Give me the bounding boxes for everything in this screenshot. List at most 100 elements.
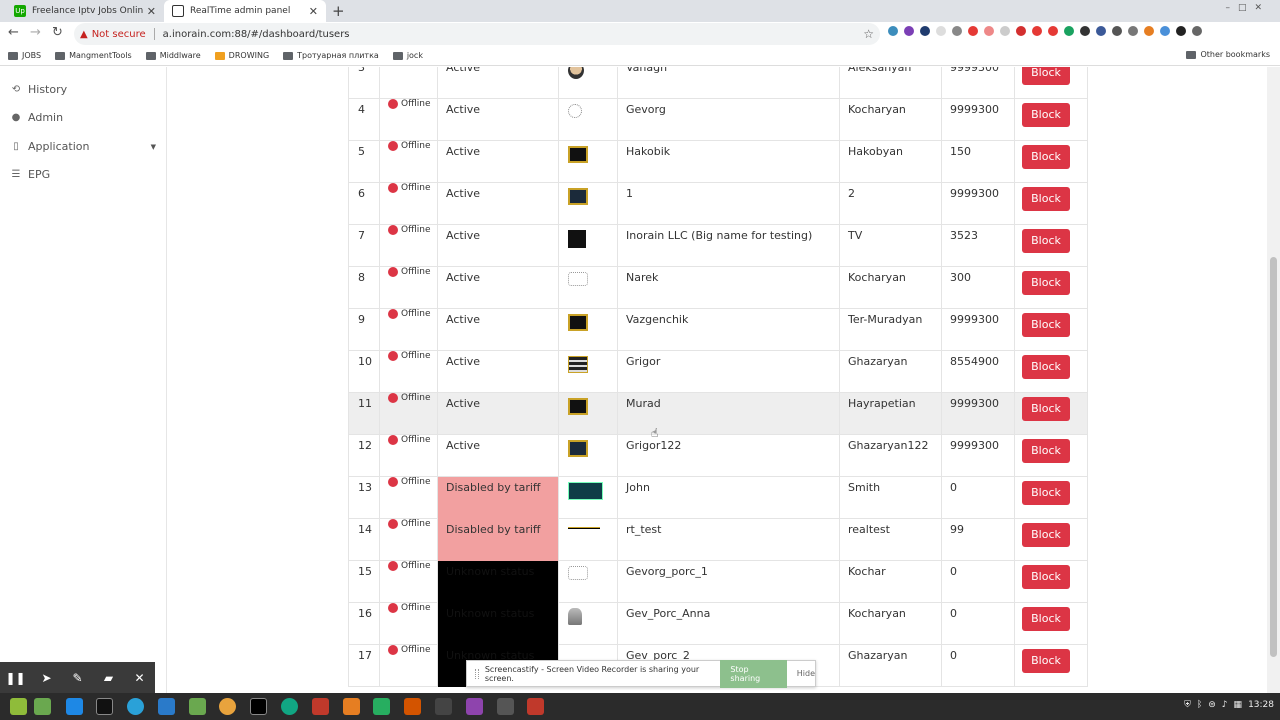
new-tab-button[interactable]: + [332, 2, 345, 20]
extension-icon[interactable] [984, 26, 994, 36]
intellij-icon[interactable] [96, 698, 113, 715]
bookmark-star-icon[interactable]: ☆ [863, 27, 874, 41]
extension-icon[interactable] [904, 26, 914, 36]
bookmark-plitka[interactable]: Тротуарная плитка [283, 51, 379, 60]
app-icon[interactable] [373, 698, 390, 715]
app-icon[interactable] [527, 698, 544, 715]
calendar-icon[interactable]: ▦ [1234, 700, 1243, 710]
table-row[interactable]: 4 Offline Active Gevorg Kocharyan 9999300 Bloc… [348, 99, 1088, 141]
extension-icon[interactable] [1032, 26, 1042, 36]
forward-icon[interactable]: → [30, 25, 41, 40]
block-button[interactable]: Block [1022, 649, 1070, 673]
filezilla-icon[interactable] [312, 698, 329, 715]
profile-icon[interactable] [1176, 26, 1186, 36]
extension-icon[interactable] [1064, 26, 1074, 36]
bookmark-drowing[interactable]: DROWING [214, 51, 269, 60]
app-icon[interactable] [404, 698, 421, 715]
block-button[interactable]: Block [1022, 481, 1070, 505]
chrome-icon[interactable] [219, 698, 236, 715]
files-icon[interactable] [189, 698, 206, 715]
postman-icon[interactable] [343, 698, 360, 715]
network-icon[interactable]: ⊜ [1208, 700, 1216, 710]
block-button[interactable]: Block [1022, 103, 1070, 127]
table-row[interactable]: 16 Offline Unknown status Gev_Porc_Anna Koch… [348, 603, 1088, 645]
block-button[interactable]: Block [1022, 229, 1070, 253]
app-icon[interactable] [435, 698, 452, 715]
eraser-icon[interactable]: ▰ [97, 671, 121, 685]
sidebar-item-application[interactable]: ▯ Application ▼ [10, 140, 156, 153]
extension-icon[interactable] [1080, 26, 1090, 36]
bookmark-jock[interactable]: jock [392, 51, 423, 60]
block-button[interactable]: Block [1022, 355, 1070, 379]
table-row[interactable]: 13 Offline Disabled by tariff John Smith 0 Blo… [348, 477, 1088, 519]
block-button[interactable]: Block [1022, 145, 1070, 169]
terminal-icon[interactable] [250, 698, 267, 715]
sidebar-item-history[interactable]: ⟲ History [10, 83, 156, 96]
pause-icon[interactable]: ❚❚ [4, 671, 28, 685]
hide-button[interactable]: Hide [797, 669, 815, 678]
sidebar-item-admin[interactable]: ● Admin [10, 111, 156, 124]
vscode-icon[interactable] [158, 698, 175, 715]
block-button[interactable]: Block [1022, 397, 1070, 421]
block-button[interactable]: Block [1022, 439, 1070, 463]
block-button[interactable]: Block [1022, 565, 1070, 589]
close-tab-icon[interactable]: ✕ [309, 5, 318, 18]
page-scrollbar[interactable] [1267, 67, 1280, 693]
desktop-icon[interactable] [34, 698, 51, 715]
pen-icon[interactable]: ✎ [66, 671, 90, 685]
close-icon[interactable]: ✕ [128, 671, 152, 685]
app-icon[interactable] [497, 698, 514, 715]
table-row[interactable]: 5 Offline Active Hakobik Hakobyan 150 Block [348, 141, 1088, 183]
download-icon[interactable] [1144, 26, 1154, 36]
bookmark-middlware[interactable]: Middlware [145, 51, 201, 60]
close-tab-icon[interactable]: ✕ [147, 5, 156, 18]
extension-icon[interactable] [1048, 26, 1058, 36]
extension-icon[interactable] [1016, 26, 1026, 36]
shield-icon[interactable]: ⛨ [1184, 700, 1191, 710]
block-button[interactable]: Block [1022, 67, 1070, 85]
goland-icon[interactable] [66, 698, 83, 715]
clock[interactable]: 13:28 [1248, 700, 1274, 710]
stop-sharing-button[interactable]: Stop sharing [720, 659, 787, 688]
sidebar-item-epg[interactable]: ☰ EPG [10, 168, 156, 181]
extension-icon[interactable] [888, 26, 898, 36]
tab-realtime-admin[interactable]: RealTime admin panel ✕ [164, 0, 326, 22]
bluetooth-icon[interactable]: ᛒ [1197, 700, 1202, 710]
block-button[interactable]: Block [1022, 271, 1070, 295]
table-row[interactable]: 6 Offline Active 1 2 9999300 Block [348, 183, 1088, 225]
table-row[interactable]: 8 Offline Active Narek Kocharyan 300 Block [348, 267, 1088, 309]
reload-icon[interactable]: ↻ [52, 25, 63, 40]
extension-icon[interactable] [1128, 26, 1138, 36]
block-button[interactable]: Block [1022, 187, 1070, 211]
menu-icon[interactable] [1192, 26, 1202, 36]
table-row[interactable]: 3 Offline Active Vahagn Aleksanyan 9999300 Blo… [348, 67, 1088, 99]
bookmark-mangmenttools[interactable]: MangmentTools [55, 51, 132, 60]
extension-icon[interactable] [1112, 26, 1122, 36]
volume-icon[interactable]: ♪ [1222, 700, 1228, 710]
extension-icon[interactable] [952, 26, 962, 36]
table-row[interactable]: 15 Offline Unknown status Gevorg_porc_1 Koch… [348, 561, 1088, 603]
scrollbar-thumb[interactable] [1270, 257, 1277, 657]
pointer-icon[interactable]: ➤ [35, 671, 59, 685]
phpstorm-icon[interactable] [466, 698, 483, 715]
postgres-icon[interactable] [281, 698, 298, 715]
tab-upwork[interactable]: Up Freelance Iptv Jobs Online - Up ✕ [6, 0, 164, 22]
extension-icon[interactable] [920, 26, 930, 36]
table-row[interactable]: 7 Offline Active Inorain LLC (Big name for … [348, 225, 1088, 267]
table-row[interactable]: 10 Offline Active Grigor Ghazaryan 8554900 Blo… [348, 351, 1088, 393]
window-controls[interactable]: –□✕ [1225, 3, 1270, 13]
table-row[interactable]: 14 Offline Disabled by tariff rt_test realte… [348, 519, 1088, 561]
extension-icon[interactable] [1096, 26, 1106, 36]
extension-icon[interactable] [1160, 26, 1170, 36]
menu-icon[interactable] [10, 698, 27, 715]
block-button[interactable]: Block [1022, 313, 1070, 337]
extension-icon[interactable] [936, 26, 946, 36]
block-button[interactable]: Block [1022, 523, 1070, 547]
address-bar[interactable]: ▲ Not secure a.inorain.com:88/#/dashboar… [74, 23, 880, 45]
drag-handle-icon[interactable] [475, 668, 479, 679]
table-row[interactable]: 12 Offline Active Grigor122 Ghazaryan122 9999… [348, 435, 1088, 477]
table-row[interactable]: 11 Offline Active Murad Hayrapetian 9999300 Bl… [348, 393, 1088, 435]
back-icon[interactable]: ← [8, 25, 19, 40]
bookmark-jobs[interactable]: JOBS [8, 51, 41, 60]
telegram-icon[interactable] [127, 698, 144, 715]
